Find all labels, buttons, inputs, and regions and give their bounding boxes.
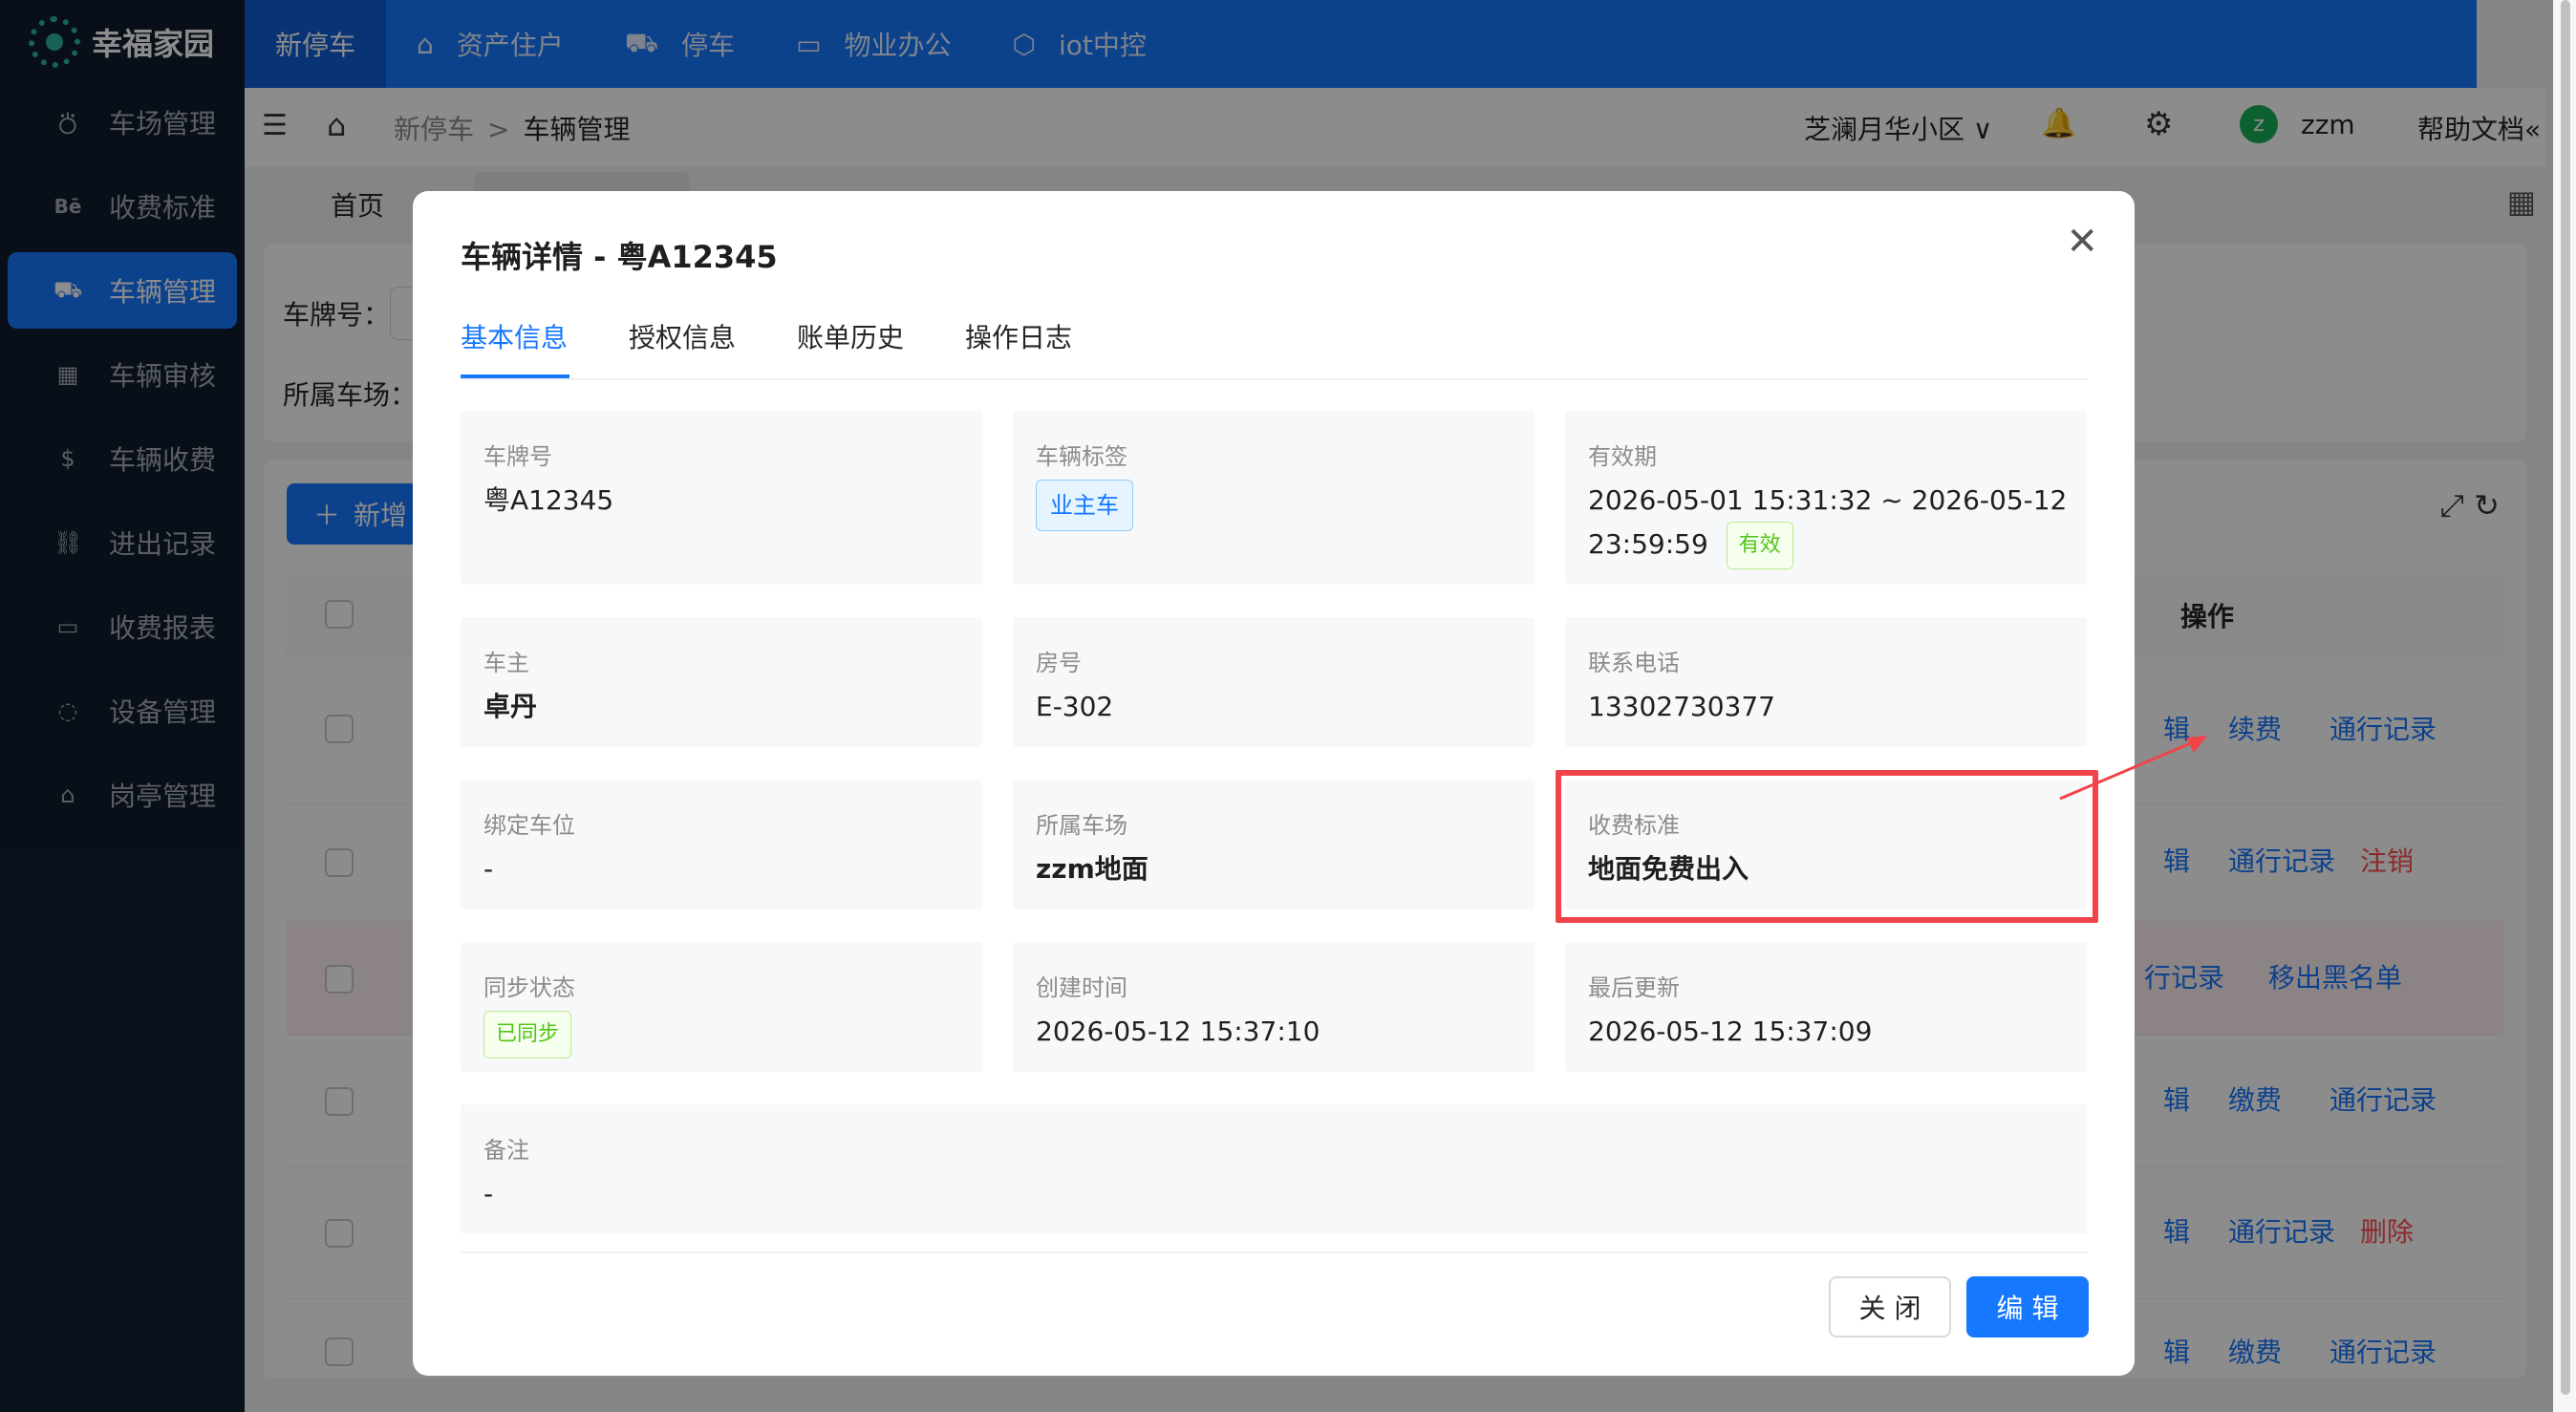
field-value: 2026-05-01 15:31:32 ~ 2026-05-12 23:59:5…	[1588, 480, 2067, 569]
field-label: 车牌号	[483, 443, 552, 470]
tab-billing-history[interactable]: 账单历史	[797, 317, 904, 355]
vehicle-tag-badge: 业主车	[1036, 480, 1133, 531]
field-bound-space: 绑定车位 -	[461, 780, 982, 909]
field-value: 粤A12345	[483, 484, 614, 516]
field-label: 房号	[1036, 650, 1082, 676]
field-label: 联系电话	[1588, 650, 1680, 676]
field-value: -	[483, 853, 494, 885]
field-value: 业主车	[1036, 480, 1133, 531]
field-label: 有效期	[1588, 443, 1657, 470]
field-label: 备注	[483, 1137, 529, 1164]
field-vehicle-tag: 车辆标签 业主车	[1013, 411, 1535, 585]
validity-range: 2026-05-01 15:31:32 ~ 2026-05-12	[1588, 484, 2068, 516]
modal-title: 车辆详情 - 粤A12345	[461, 239, 778, 275]
field-remark: 备注 -	[461, 1104, 2087, 1234]
field-value: 13302730377	[1588, 691, 1775, 722]
field-label: 车辆标签	[1036, 443, 1127, 470]
scrollbar[interactable]	[2553, 0, 2576, 1412]
field-plate: 车牌号 粤A12345	[461, 411, 982, 585]
field-label: 同步状态	[483, 974, 575, 1001]
tab-authorization[interactable]: 授权信息	[629, 317, 736, 355]
field-validity: 有效期 2026-05-01 15:31:32 ~ 2026-05-12 23:…	[1565, 411, 2087, 585]
scrollbar-thumb[interactable]	[2561, 0, 2570, 1395]
fee-standard-highlight	[1556, 770, 2098, 923]
field-label: 绑定车位	[483, 812, 575, 839]
field-value: 2026-05-12 15:37:10	[1036, 1016, 1320, 1047]
field-label: 最后更新	[1588, 974, 1680, 1001]
field-value: 卓丹	[483, 691, 538, 722]
field-label: 创建时间	[1036, 974, 1127, 1001]
close-button[interactable]: 关 闭	[1829, 1276, 1951, 1337]
validity-end-time: 23:59:59	[1588, 528, 1708, 560]
close-icon[interactable]: ✕	[2066, 220, 2098, 264]
field-created-time: 创建时间 2026-05-12 15:37:10	[1013, 942, 1535, 1072]
tab-basic-info[interactable]: 基本信息	[461, 317, 568, 355]
status-badge: 有效	[1726, 522, 1793, 569]
footer-divider	[461, 1252, 2087, 1253]
edit-button[interactable]: 编 辑	[1966, 1276, 2089, 1337]
sync-status-badge: 已同步	[483, 1011, 572, 1059]
modal-tabs: 基本信息 授权信息 账单历史 操作日志	[461, 311, 2087, 380]
field-parking-lot: 所属车场 zzm地面	[1013, 780, 1535, 909]
field-label: 车主	[483, 650, 529, 676]
field-sync-status: 同步状态 已同步	[461, 942, 982, 1072]
field-value: E-302	[1036, 691, 1114, 722]
annotation-arrow-icon	[2059, 736, 2207, 801]
field-value: 已同步	[483, 1011, 572, 1059]
tab-operation-log[interactable]: 操作日志	[965, 317, 1072, 355]
field-label: 所属车场	[1036, 812, 1127, 839]
field-value: -	[483, 1178, 494, 1209]
field-owner: 车主 卓丹	[461, 617, 982, 747]
field-value: zzm地面	[1036, 853, 1148, 885]
tab-ink-bar	[461, 374, 569, 378]
field-updated-time: 最后更新 2026-05-12 15:37:09	[1565, 942, 2087, 1072]
field-room: 房号 E-302	[1013, 617, 1535, 747]
field-value: 2026-05-12 15:37:09	[1588, 1016, 1873, 1047]
field-phone: 联系电话 13302730377	[1565, 617, 2087, 747]
